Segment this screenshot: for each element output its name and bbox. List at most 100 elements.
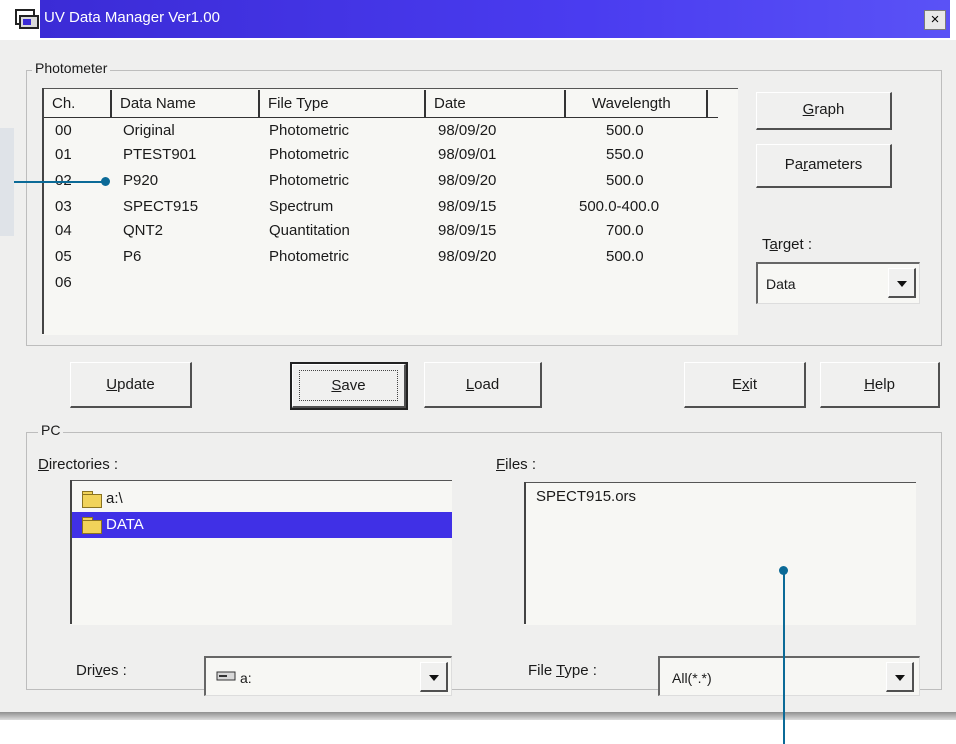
column-header-file-type[interactable]: File Type: [260, 90, 426, 118]
pc-group-label: PC: [38, 422, 64, 438]
file-type-select[interactable]: All(*.*): [658, 656, 920, 696]
cell-data-name: PTEST901: [123, 146, 197, 163]
help-label-post: elp: [874, 376, 895, 393]
close-button[interactable]: ×: [924, 10, 946, 30]
cell-file-type: Photometric: [269, 172, 350, 189]
cell-date: 98/09/01: [438, 146, 497, 163]
cell-wavelength: 700.0: [606, 222, 644, 239]
drives-select[interactable]: a:: [204, 656, 452, 696]
directories-label-post: irectories :: [48, 456, 119, 473]
table-row[interactable]: 04 QNT2 Quantitation 98/09/15 700.0: [44, 222, 734, 242]
callout-marker: [101, 177, 110, 186]
target-select[interactable]: Data: [756, 262, 920, 304]
files-label-post: iles :: [505, 456, 537, 473]
cell-wavelength: 500.0: [606, 122, 644, 139]
graph-label-mnemonic: G: [802, 101, 815, 118]
drives-dropdown-button[interactable]: [420, 662, 448, 692]
graph-button[interactable]: Graph: [756, 92, 892, 130]
folder-icon: [82, 520, 102, 534]
table-row[interactable]: 00 Original Photometric 98/09/20 500.0: [44, 122, 734, 142]
directory-label: a:\: [106, 490, 123, 507]
cell-ch: 01: [55, 146, 72, 163]
cell-date: 98/09/15: [438, 198, 497, 215]
callout-leader-line: [783, 570, 785, 744]
cell-date: 98/09/20: [438, 122, 497, 139]
cell-date: 98/09/20: [438, 248, 497, 265]
file-item[interactable]: SPECT915.ors: [536, 488, 636, 505]
target-select-value: Data: [766, 276, 796, 292]
load-label-mnemonic: L: [465, 376, 475, 393]
cell-ch: 00: [55, 122, 72, 139]
callout-tab: [0, 128, 14, 236]
drives-label-mnemonic: v: [95, 662, 103, 679]
update-button[interactable]: Update: [70, 362, 192, 408]
save-button[interactable]: Save: [290, 362, 408, 410]
window-title: UV Data Manager Ver1.00: [44, 9, 220, 26]
load-button[interactable]: Load: [424, 362, 542, 408]
files-list-left-edge: [524, 482, 526, 624]
exit-label-mnemonic: x: [742, 376, 750, 393]
cell-data-name: SPECT915: [123, 198, 199, 215]
table-row[interactable]: 01 PTEST901 Photometric 98/09/01 550.0: [44, 146, 734, 166]
column-header-wavelength[interactable]: Wavelength: [566, 90, 708, 118]
cell-file-type: Photometric: [269, 122, 350, 139]
directory-item-data[interactable]: DATA: [72, 512, 452, 538]
file-type-dropdown-button[interactable]: [886, 662, 914, 692]
cell-ch: 04: [55, 222, 72, 239]
table-row[interactable]: 05 P6 Photometric 98/09/20 500.0: [44, 248, 734, 268]
help-button[interactable]: Help: [820, 362, 940, 408]
column-header-ch[interactable]: Ch.: [44, 90, 112, 118]
parameters-button[interactable]: Parameters: [756, 144, 892, 188]
target-label: Target :: [762, 236, 812, 253]
directories-label: Directories :: [38, 456, 118, 473]
cell-date: 98/09/15: [438, 222, 497, 239]
file-type-label-pre: File: [528, 662, 557, 679]
save-button-focus-ring: [299, 370, 398, 401]
exit-button[interactable]: Exit: [684, 362, 806, 408]
photometer-group-label: Photometer: [32, 60, 111, 76]
directories-list-left-edge: [70, 480, 72, 624]
cell-data-name: P6: [123, 248, 142, 265]
cell-file-type: Photometric: [269, 146, 350, 163]
table-row[interactable]: 06: [44, 274, 734, 294]
cell-data-name: P920: [123, 172, 159, 189]
file-type-label: File Type :: [528, 662, 597, 679]
directories-label-mnemonic: D: [38, 456, 49, 473]
file-type-select-value: All(*.*): [672, 670, 712, 686]
app-icon: [15, 9, 39, 29]
target-label-mnemonic: a: [769, 236, 778, 253]
cell-data-name: QNT2: [123, 222, 164, 239]
window-bottom-edge: [0, 712, 956, 720]
drive-icon: [216, 671, 236, 681]
help-label-mnemonic: H: [864, 376, 875, 393]
target-label-pre: T: [762, 236, 770, 253]
directory-item-root[interactable]: a:\: [80, 488, 280, 510]
cell-data-name: Original: [123, 122, 175, 139]
chevron-down-icon: [429, 675, 439, 681]
update-label-post: pdate: [117, 376, 155, 393]
target-dropdown-button[interactable]: [888, 268, 916, 298]
column-header-data-name[interactable]: Data Name: [112, 90, 260, 118]
table-row[interactable]: 03 SPECT915 Spectrum 98/09/15 500.0-400.…: [44, 198, 734, 218]
cell-wavelength: 500.0: [606, 172, 644, 189]
exit-label-post: it: [749, 376, 758, 393]
header-divider: [44, 117, 718, 118]
files-label-mnemonic: F: [496, 456, 506, 473]
cell-ch: 05: [55, 248, 72, 265]
chevron-down-icon: [897, 281, 907, 287]
cell-date: 98/09/20: [438, 172, 497, 189]
parameters-label-pre: Pa: [784, 156, 804, 173]
parameters-label-post: ameters: [808, 156, 863, 173]
chevron-down-icon: [895, 675, 905, 681]
callout-leader-line: [14, 181, 104, 183]
cell-file-type: Photometric: [269, 248, 350, 265]
cell-file-type: Spectrum: [269, 198, 334, 215]
files-label: Files :: [496, 456, 536, 473]
table-row[interactable]: 02 P920 Photometric 98/09/20 500.0: [44, 172, 734, 192]
target-label-post: rget :: [777, 236, 813, 253]
column-header-date[interactable]: Date: [426, 90, 566, 118]
cell-wavelength: 500.0-400.0: [579, 198, 660, 215]
exit-label-pre: E: [731, 376, 742, 393]
cell-wavelength: 500.0: [606, 248, 644, 265]
graph-label-post: raph: [814, 101, 845, 118]
